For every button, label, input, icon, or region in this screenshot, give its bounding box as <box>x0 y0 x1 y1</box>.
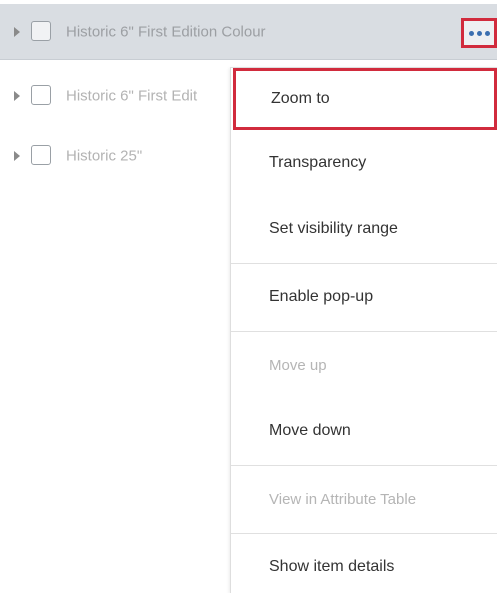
menu-item-move-down[interactable]: Move down <box>231 398 497 464</box>
ellipsis-dot <box>476 30 482 36</box>
layer-visibility-checkbox[interactable] <box>31 85 51 105</box>
layer-visibility-checkbox[interactable] <box>31 145 51 165</box>
menu-item-view-in-attribute-table: View in Attribute Table <box>269 490 417 508</box>
layer-options-menu: Zoom to Transparency Set visibility rang… <box>230 67 497 593</box>
menu-item-set-visibility-range[interactable]: Set visibility range <box>231 196 497 262</box>
layer-label: Historic 6" First Edition Colour <box>66 23 266 40</box>
expand-arrow-icon[interactable] <box>14 91 20 101</box>
expand-arrow-icon[interactable] <box>14 26 20 37</box>
layer-row-historic-6-first-edition-colour[interactable]: Historic 6" First Edition Colour <box>0 4 497 60</box>
ellipsis-icon <box>468 30 474 36</box>
menu-item-show-item-details[interactable]: Show item details <box>231 534 497 593</box>
layer-visibility-checkbox[interactable] <box>31 20 51 41</box>
menu-item-move-up: Move up <box>269 356 327 374</box>
menu-item-enable-popup[interactable]: Enable pop-up <box>231 264 497 330</box>
ellipsis-dot <box>484 30 490 36</box>
expand-arrow-icon[interactable] <box>14 151 20 161</box>
layer-label: Historic 6" First Edit <box>66 87 198 105</box>
layer-label: Historic 25" <box>66 147 143 165</box>
layer-options-button[interactable] <box>461 18 497 48</box>
menu-item-transparency[interactable]: Transparency <box>231 130 497 196</box>
layer-list-panel: Historic 6" First Edition Colour Histori… <box>0 0 497 593</box>
menu-item-zoom-to[interactable]: Zoom to <box>233 68 497 130</box>
